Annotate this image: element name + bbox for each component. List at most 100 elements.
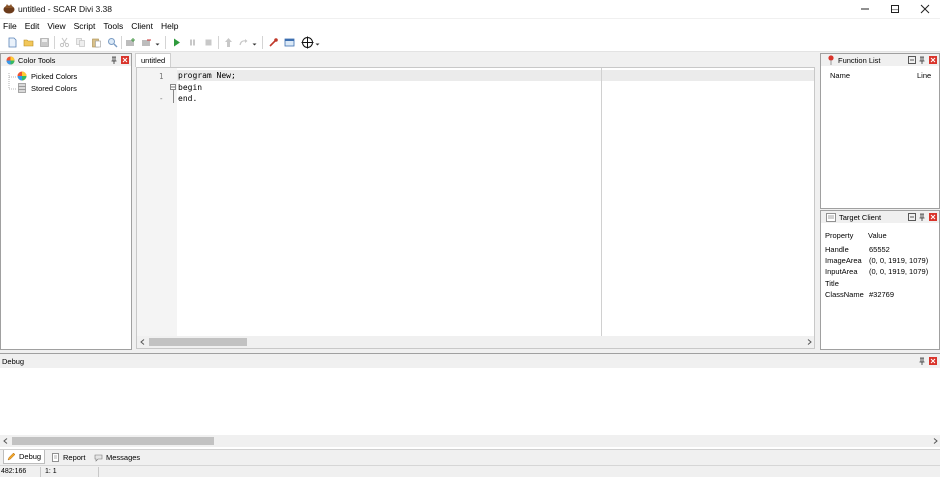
pause-icon — [190, 39, 195, 46]
pin-marker-icon — [828, 55, 834, 65]
tree-lines — [8, 73, 16, 90]
property-row[interactable]: ClassName #32769 — [825, 290, 939, 299]
bottom-tab-bar: Debug Report Messages — [0, 449, 940, 464]
remove-include-button[interactable] — [140, 36, 153, 49]
debug-panel: Debug — [0, 353, 940, 449]
column-header-name[interactable]: Name — [830, 71, 850, 80]
property-name: ClassName — [825, 290, 864, 299]
pin-icon[interactable] — [918, 357, 926, 365]
close-panel-button[interactable] — [121, 56, 129, 64]
cut-icon — [59, 37, 70, 48]
menu-file[interactable]: File — [0, 19, 21, 33]
color-wheel-icon — [6, 56, 15, 64]
messages-icon — [94, 454, 103, 462]
tab-messages[interactable]: Messages — [91, 450, 143, 464]
color-picker-icon — [269, 38, 278, 47]
compile-icon — [225, 38, 232, 47]
column-header-property[interactable]: Property — [825, 231, 853, 240]
property-row[interactable]: ImageArea (0, 0, 1919, 1079) — [825, 256, 939, 265]
add-include-button[interactable] — [124, 36, 137, 49]
menu-client[interactable]: Client — [127, 19, 157, 33]
code-line: program New; — [178, 71, 236, 80]
tab-label: Messages — [106, 452, 141, 462]
menu-bar: File Edit View Script Tools Client Help — [0, 19, 940, 33]
target-client-panel: Target Client Property Value Handle 6555… — [820, 210, 940, 350]
run-icon — [174, 38, 180, 47]
report-icon — [52, 452, 59, 462]
copy-button[interactable] — [74, 36, 87, 49]
property-name: ImageArea — [825, 256, 862, 265]
property-row[interactable]: Title — [825, 279, 939, 288]
toolbar-separator — [121, 36, 122, 49]
close-window-button[interactable] — [910, 0, 940, 18]
new-file-button[interactable] — [6, 36, 19, 49]
run-button[interactable] — [170, 36, 183, 49]
save-icon — [40, 38, 49, 47]
compile-button[interactable] — [222, 36, 235, 49]
tab-label: Report — [63, 452, 86, 462]
property-row[interactable]: Handle 65552 — [825, 245, 939, 254]
redo-icon — [239, 39, 248, 46]
scroll-thumb[interactable] — [12, 437, 214, 445]
crosshair-button[interactable] — [300, 36, 315, 49]
stop-button[interactable] — [202, 36, 215, 49]
window-title: untitled - SCAR Divi 3.38 — [18, 4, 113, 14]
tab-report[interactable]: Report — [48, 450, 89, 464]
current-line-highlight — [177, 70, 814, 81]
editor-tab[interactable]: untitled — [135, 53, 172, 67]
target-window-icon — [826, 212, 836, 222]
tree-item-picked-colors[interactable]: Picked Colors — [17, 71, 77, 81]
property-name: InputArea — [825, 267, 858, 276]
restore-icon[interactable] — [908, 213, 916, 221]
find-button[interactable] — [106, 36, 119, 49]
scroll-right-button[interactable] — [930, 435, 940, 447]
close-panel-button[interactable] — [929, 213, 937, 221]
menu-script[interactable]: Script — [70, 19, 100, 33]
chevron-right-icon — [933, 438, 938, 444]
chevron-down-icon[interactable] — [155, 42, 160, 47]
tab-debug[interactable]: Debug — [3, 450, 46, 464]
restore-icon[interactable] — [908, 56, 916, 64]
save-button[interactable] — [38, 36, 51, 49]
scroll-right-button[interactable] — [804, 336, 814, 348]
debug-output[interactable] — [0, 369, 940, 435]
column-header-line[interactable]: Line — [917, 71, 931, 80]
code-editor[interactable]: 1 - program New; begin end. — [136, 67, 815, 349]
color-picker-button[interactable] — [267, 36, 280, 49]
close-panel-button[interactable] — [929, 56, 937, 64]
debug-horizontal-scrollbar[interactable] — [0, 435, 940, 447]
scroll-left-button[interactable] — [0, 435, 10, 447]
scroll-thumb[interactable] — [149, 338, 247, 346]
redo-button[interactable] — [237, 36, 250, 49]
pin-icon[interactable] — [918, 213, 926, 221]
chevron-down-icon[interactable] — [252, 42, 257, 47]
menu-edit[interactable]: Edit — [21, 19, 44, 33]
target-window-button[interactable] — [283, 36, 296, 49]
column-header-value[interactable]: Value — [868, 231, 887, 240]
scroll-left-button[interactable] — [137, 336, 147, 348]
pin-icon[interactable] — [110, 56, 118, 64]
property-row[interactable]: InputArea (0, 0, 1919, 1079) — [825, 267, 939, 276]
open-button[interactable] — [22, 36, 35, 49]
target-client-title: Target Client — [839, 212, 882, 222]
tree-item-label: Picked Colors — [31, 71, 78, 81]
paste-button[interactable] — [90, 36, 103, 49]
close-icon — [920, 4, 930, 14]
minimize-window-button[interactable] — [850, 0, 880, 18]
pause-button[interactable] — [186, 36, 199, 49]
cut-button[interactable] — [58, 36, 71, 49]
maximize-window-button[interactable] — [880, 0, 910, 18]
debug-header: Debug — [0, 354, 940, 368]
stop-icon — [205, 39, 212, 46]
pin-icon[interactable] — [918, 56, 926, 64]
close-panel-button[interactable] — [929, 357, 937, 365]
menu-help[interactable]: Help — [157, 19, 182, 33]
close-icon — [930, 57, 936, 63]
color-tools-title: Color Tools — [18, 55, 56, 65]
menu-view[interactable]: View — [43, 19, 69, 33]
chevron-down-icon[interactable] — [315, 42, 320, 47]
menu-tools[interactable]: Tools — [99, 19, 127, 33]
editor-horizontal-scrollbar[interactable] — [137, 336, 814, 348]
tree-item-stored-colors[interactable]: Stored Colors — [17, 83, 77, 93]
maximize-icon — [891, 5, 899, 13]
